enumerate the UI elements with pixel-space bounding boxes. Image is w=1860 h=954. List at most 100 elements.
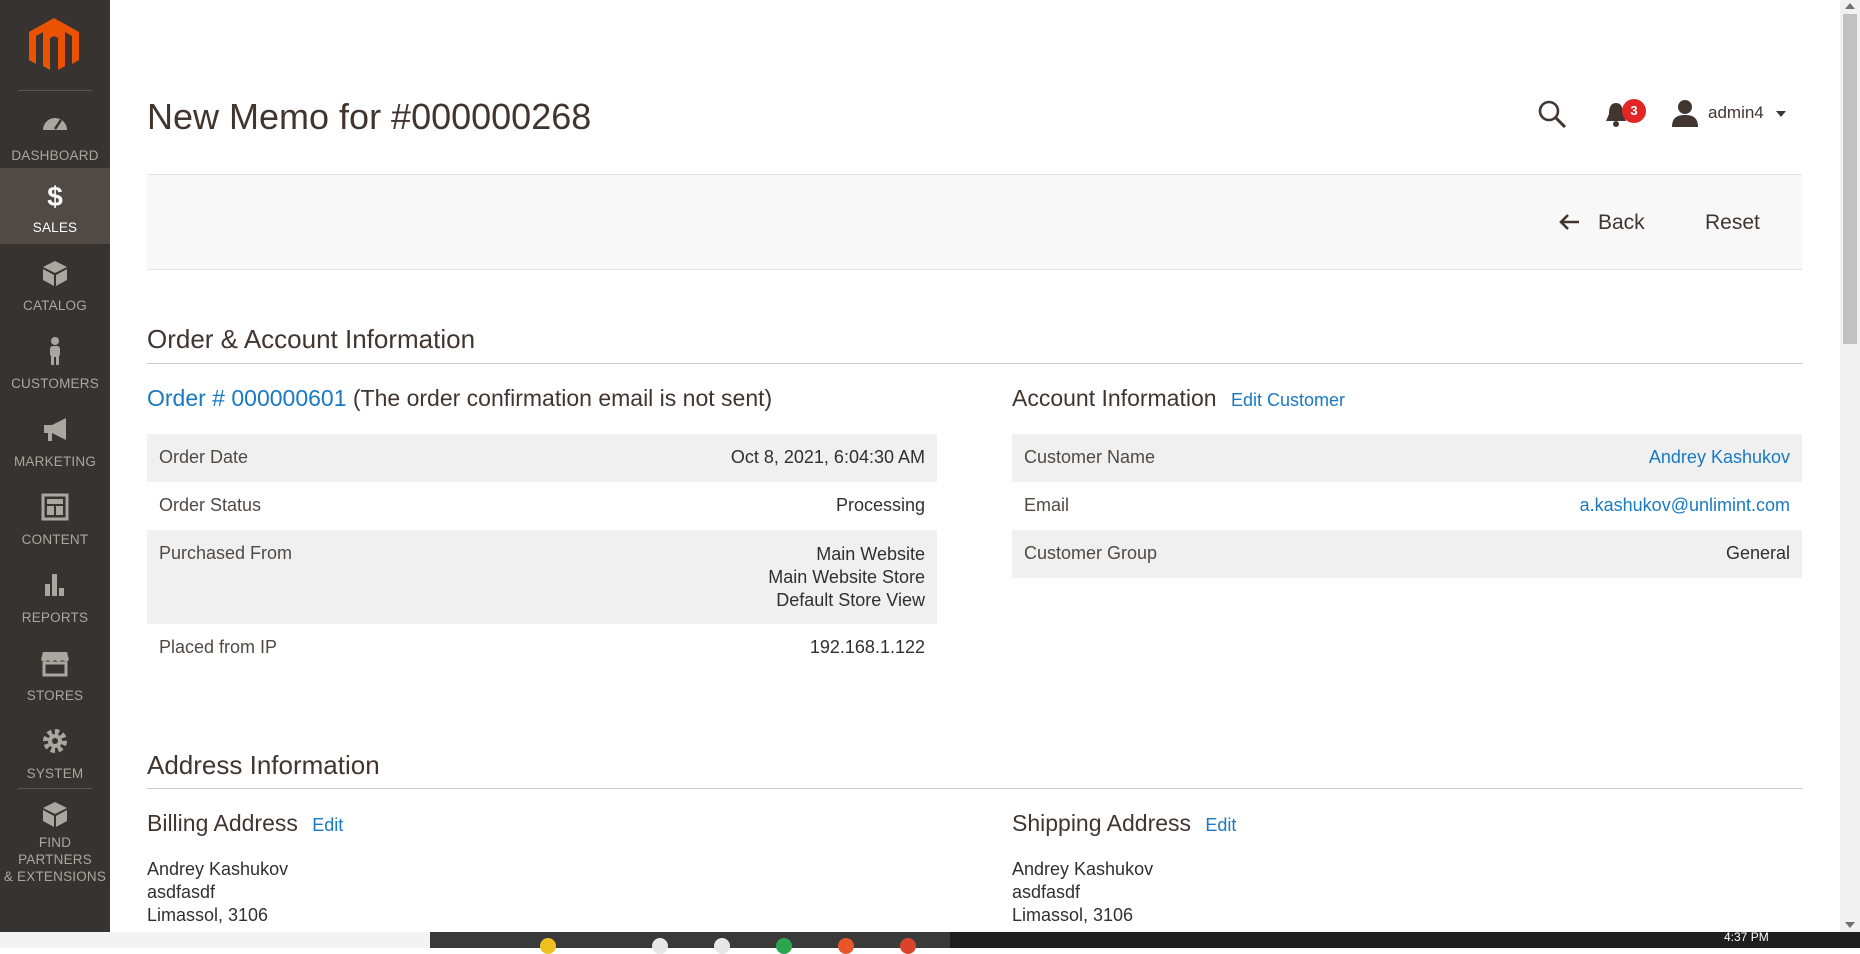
scrollbar-thumb[interactable] bbox=[1843, 14, 1857, 344]
shipping-address-name: Andrey Kashukov bbox=[1012, 859, 1154, 879]
table-row: Customer Group General bbox=[1012, 530, 1802, 578]
cube-icon bbox=[43, 261, 67, 286]
shipping-address-block: Andrey Kashukov asdfasdf Limassol, 3106 bbox=[1012, 858, 1153, 927]
sidebar-item-catalog[interactable]: CATALOG bbox=[0, 246, 110, 322]
edit-billing-address-link[interactable]: Edit bbox=[312, 815, 343, 835]
order-status-value: Processing bbox=[835, 495, 925, 515]
order-info-table: Order Date Oct 8, 2021, 6:04:30 AM Order… bbox=[147, 434, 937, 672]
taskbar-clock[interactable]: 4:37 PM bbox=[1724, 930, 1769, 944]
sidebar-item-label-line2: & EXTENSIONS bbox=[3, 869, 107, 884]
magento-logo-icon[interactable] bbox=[29, 18, 79, 74]
search-icon[interactable] bbox=[1537, 99, 1567, 129]
placed-from-ip-value: 192.168.1.122 bbox=[809, 637, 925, 657]
sidebar-divider bbox=[18, 90, 92, 91]
reset-button[interactable]: Reset bbox=[1705, 211, 1760, 235]
sidebar-item-system[interactable]: SYSTEM bbox=[0, 714, 110, 790]
sidebar-item-label: CUSTOMERS bbox=[11, 376, 99, 391]
sidebar-item-find-partners[interactable]: FIND PARTNERS & EXTENSIONS bbox=[0, 798, 110, 894]
megaphone-icon bbox=[44, 418, 66, 441]
billing-address-city: Limassol, 3106 bbox=[147, 905, 269, 925]
gear-icon bbox=[43, 729, 67, 753]
email-link[interactable]: a.kashukov@unlimint.com bbox=[1580, 495, 1790, 515]
order-link[interactable]: Order # 000000601 bbox=[147, 385, 347, 411]
account-info-heading: Account Information Edit Customer bbox=[1012, 385, 1345, 412]
section-title-address: Address Information bbox=[147, 750, 380, 780]
sidebar-item-label: FIND PARTNERS & EXTENSIONS bbox=[0, 834, 110, 885]
admin-sidebar: DASHBOARD $ SALES CATALOG CUSTOMERS MARK… bbox=[0, 0, 110, 932]
sidebar-divider bbox=[18, 788, 92, 789]
arrow-left-icon bbox=[1559, 214, 1579, 230]
customer-name-link[interactable]: Andrey Kashukov bbox=[1649, 447, 1790, 467]
section-title-order-account: Order & Account Information bbox=[147, 324, 476, 354]
sidebar-item-label: CATALOG bbox=[23, 298, 87, 313]
billing-address-heading: Billing Address Edit bbox=[147, 810, 343, 837]
app-icon[interactable] bbox=[776, 938, 792, 954]
edit-shipping-address-link[interactable]: Edit bbox=[1205, 815, 1236, 835]
sidebar-item-stores[interactable]: STORES bbox=[0, 636, 110, 712]
sidebar-item-customers[interactable]: CUSTOMERS bbox=[0, 324, 110, 400]
app-icon[interactable] bbox=[838, 938, 854, 954]
section-divider bbox=[147, 788, 1802, 789]
scroll-up-arrow-icon[interactable] bbox=[1845, 3, 1855, 9]
billing-address-title: Billing Address bbox=[147, 810, 298, 836]
placed-from-ip-label: Placed from IP bbox=[159, 637, 278, 657]
customer-group-label: Customer Group bbox=[1012, 530, 1329, 578]
edit-customer-link[interactable]: Edit Customer bbox=[1231, 390, 1345, 410]
dollar-icon: $ bbox=[47, 181, 63, 210]
shipping-address-title: Shipping Address bbox=[1012, 810, 1192, 836]
purchased-from-store-view: Default Store View bbox=[776, 590, 925, 610]
sidebar-item-dashboard[interactable]: DASHBOARD bbox=[0, 96, 110, 172]
customer-name-label: Customer Name bbox=[1012, 434, 1329, 482]
sidebar-item-label: SALES bbox=[32, 220, 78, 235]
app-icon[interactable] bbox=[900, 938, 916, 954]
order-email-note: (The order confirmation email is not sen… bbox=[352, 385, 773, 411]
notification-count-badge[interactable]: 3 bbox=[1622, 99, 1646, 123]
table-row: Purchased From Main Website Main Website… bbox=[147, 530, 937, 624]
sidebar-item-label: MARKETING bbox=[13, 454, 97, 469]
account-info-table: Customer Name Andrey Kashukov Email a.ka… bbox=[1012, 434, 1802, 578]
scroll-down-arrow-icon[interactable] bbox=[1845, 922, 1855, 928]
order-heading: Order # 000000601 (The order confirmatio… bbox=[147, 385, 772, 412]
layout-icon bbox=[41, 493, 69, 521]
section-divider bbox=[147, 363, 1802, 364]
page-title: New Memo for #000000268 bbox=[147, 96, 592, 137]
sidebar-item-reports[interactable]: REPORTS bbox=[0, 558, 110, 634]
page-actions-bar bbox=[147, 174, 1802, 270]
shipping-address-heading: Shipping Address Edit bbox=[1012, 810, 1236, 837]
order-date-value: Oct 8, 2021, 6:04:30 AM bbox=[477, 434, 937, 482]
purchased-from-store: Main Website Store bbox=[768, 567, 925, 587]
user-name: admin4 bbox=[1708, 103, 1764, 122]
sidebar-item-label: DASHBOARD bbox=[11, 148, 99, 163]
folder-icon[interactable] bbox=[540, 938, 556, 954]
bar-chart-icon bbox=[45, 574, 64, 596]
sidebar-item-label: REPORTS bbox=[21, 610, 89, 625]
sidebar-item-label-line1: FIND PARTNERS bbox=[18, 835, 92, 867]
dashboard-icon bbox=[43, 118, 67, 130]
table-row: Placed from IP 192.168.1.122 bbox=[147, 624, 937, 672]
billing-address-name: Andrey Kashukov bbox=[147, 859, 289, 879]
taskbar-apps bbox=[430, 932, 950, 954]
os-taskbar: 4:37 PM bbox=[0, 930, 1860, 954]
table-row: Email a.kashukov@unlimint.com bbox=[1012, 482, 1802, 530]
sidebar-item-label: STORES bbox=[26, 688, 84, 703]
page-scrollbar[interactable] bbox=[1840, 0, 1860, 932]
billing-address-street: asdfasdf bbox=[147, 882, 216, 902]
sidebar-item-marketing[interactable]: MARKETING bbox=[0, 402, 110, 478]
table-row: Order Date Oct 8, 2021, 6:04:30 AM bbox=[147, 434, 937, 482]
order-date-label: Order Date bbox=[147, 434, 478, 482]
sidebar-item-label: CONTENT bbox=[21, 532, 89, 547]
sidebar-item-sales[interactable]: $ SALES bbox=[0, 168, 110, 244]
shipping-address-street: asdfasdf bbox=[1012, 882, 1081, 902]
table-row: Customer Name Andrey Kashukov bbox=[1012, 434, 1802, 482]
table-row: Order Status Processing bbox=[147, 482, 937, 530]
person-icon bbox=[50, 337, 60, 365]
purchased-from-value: Main Website Main Website Store Default … bbox=[477, 530, 937, 624]
sidebar-item-label: SYSTEM bbox=[26, 766, 84, 781]
svg-text:$: $ bbox=[47, 181, 63, 210]
blocks-icon bbox=[43, 802, 67, 827]
back-button-label: Back bbox=[1598, 211, 1645, 234]
app-icon[interactable] bbox=[652, 938, 668, 954]
sidebar-item-content[interactable]: CONTENT bbox=[0, 480, 110, 556]
app-icon[interactable] bbox=[714, 938, 730, 954]
taskbar-search-box[interactable] bbox=[0, 932, 430, 948]
